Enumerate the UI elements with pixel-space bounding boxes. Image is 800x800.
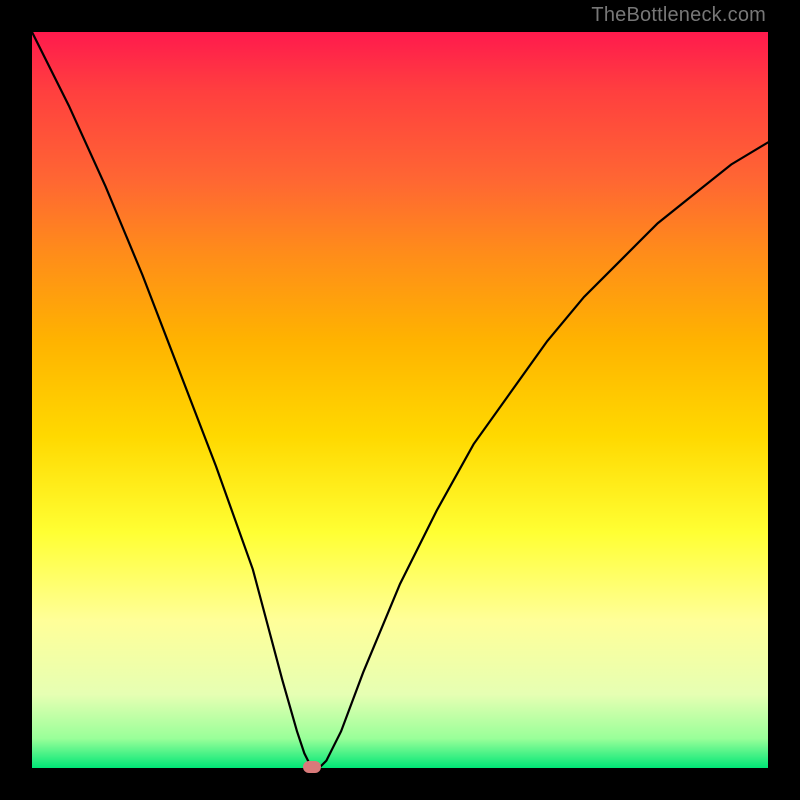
watermark-label: TheBottleneck.com (591, 4, 766, 27)
bottleneck-curve (32, 32, 768, 768)
minimum-marker-icon (303, 761, 321, 773)
chart-frame: TheBottleneck.com (0, 0, 800, 800)
